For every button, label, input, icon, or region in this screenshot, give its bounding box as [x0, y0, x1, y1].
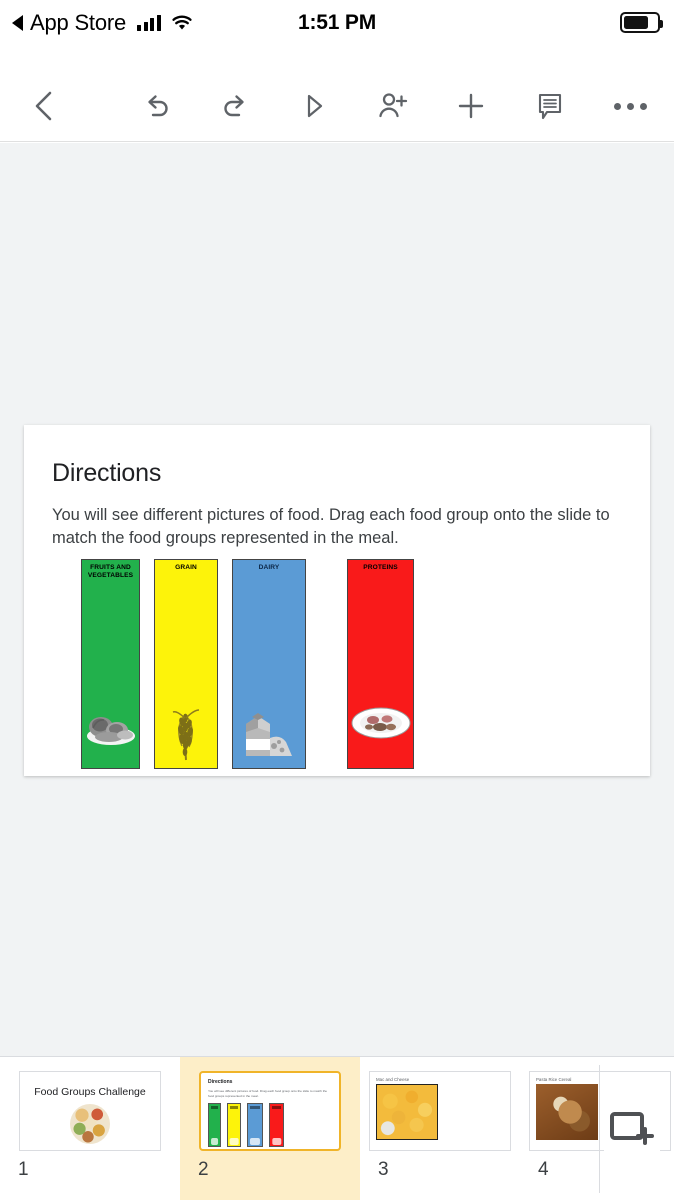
- slide-title[interactable]: Directions: [52, 459, 161, 488]
- food-group-cards: FRUITS AND VEGETABLES GRAIN DAIRY PROTEI…: [57, 559, 637, 769]
- thumbnail-3-title: Mac and Cheese: [376, 1077, 410, 1082]
- slide-number-3: 3: [378, 1159, 389, 1180]
- person-add-icon: [379, 93, 408, 118]
- thumbnail-1[interactable]: Food Groups Challenge: [19, 1071, 161, 1151]
- current-slide[interactable]: Directions You will see different pictur…: [24, 425, 650, 776]
- google-slides-mobile-app: App Store 1:51 PM Directions You will se…: [0, 0, 674, 1200]
- thumbnail-2-body: You will see different pictures of food.…: [208, 1089, 328, 1098]
- battery-icon: [620, 12, 663, 33]
- wheat-stalk-image: [155, 706, 217, 762]
- vegetables-image: [82, 706, 139, 762]
- slide-number-1: 1: [18, 1159, 29, 1180]
- comment-lines-icon: [538, 93, 562, 120]
- filmstrip-slide-3[interactable]: Mac and Cheese 3: [360, 1057, 520, 1200]
- comments-button[interactable]: [524, 80, 576, 132]
- filmstrip-slide-2[interactable]: Directions You will see different pictur…: [180, 1057, 360, 1200]
- redo-arrow-icon: [224, 95, 244, 117]
- status-bar-clock: 1:51 PM: [298, 11, 376, 34]
- slide-canvas-area[interactable]: Directions You will see different pictur…: [0, 143, 674, 1056]
- status-bar: App Store 1:51 PM: [0, 0, 674, 46]
- thumb-card-fruits-vegetables: [208, 1103, 221, 1147]
- thumbnail-1-title: Food Groups Challenge: [34, 1086, 146, 1098]
- filmstrip-slide-1[interactable]: Food Groups Challenge 1: [0, 1057, 180, 1200]
- slide-filmstrip[interactable]: Food Groups Challenge 1 Directions You w…: [0, 1056, 674, 1200]
- thumbnail-3[interactable]: Mac and Cheese: [369, 1071, 511, 1151]
- thumb-card-dairy: [247, 1103, 263, 1147]
- plate-of-protein-image: [348, 706, 413, 762]
- more-options-button[interactable]: [604, 80, 656, 132]
- undo-arrow-icon: [148, 95, 168, 117]
- cereal-bowl-image: [536, 1084, 598, 1140]
- undo-button[interactable]: [131, 80, 183, 132]
- app-toolbar: [0, 46, 674, 142]
- play-triangle-icon: [307, 94, 323, 118]
- slide-number-4: 4: [538, 1159, 549, 1180]
- food-group-card-fruits-vegetables[interactable]: FRUITS AND VEGETABLES: [81, 559, 140, 769]
- plus-icon: [458, 93, 484, 119]
- thumbnail-2[interactable]: Directions You will see different pictur…: [199, 1071, 341, 1151]
- slide-number-2: 2: [198, 1159, 209, 1180]
- more-horizontal-icon: [613, 102, 647, 110]
- add-slide-button[interactable]: [604, 1100, 660, 1157]
- share-button[interactable]: [366, 80, 418, 132]
- card-label: GRAIN: [175, 564, 197, 571]
- card-label: FRUITS AND VEGETABLES: [87, 564, 134, 580]
- present-button[interactable]: [288, 80, 340, 132]
- food-group-card-dairy[interactable]: DAIRY: [232, 559, 306, 769]
- add-button[interactable]: [445, 80, 497, 132]
- milk-carton-cheese-image: [233, 706, 305, 762]
- mac-and-cheese-image: [376, 1084, 438, 1140]
- slide-body-text[interactable]: You will see different pictures of food.…: [52, 504, 612, 550]
- back-button[interactable]: [18, 80, 70, 132]
- card-label: DAIRY: [258, 564, 280, 571]
- thumbnail-4-title: Pasta Rice Cereal: [536, 1077, 572, 1082]
- filmstrip-divider: [599, 1065, 600, 1193]
- thumbnail-2-cards: [208, 1103, 284, 1147]
- card-label: PROTEINS: [363, 564, 398, 571]
- thumb-card-grain: [227, 1103, 241, 1147]
- add-slide-icon: [610, 1111, 654, 1145]
- food-group-card-grain[interactable]: GRAIN: [154, 559, 218, 769]
- redo-button[interactable]: [209, 80, 261, 132]
- thumb-card-proteins: [269, 1103, 284, 1147]
- chevron-left-icon: [35, 91, 52, 121]
- thumbnail-2-title: Directions: [208, 1079, 233, 1085]
- food-group-card-proteins[interactable]: PROTEINS: [347, 559, 414, 769]
- food-collage-image: [70, 1104, 110, 1144]
